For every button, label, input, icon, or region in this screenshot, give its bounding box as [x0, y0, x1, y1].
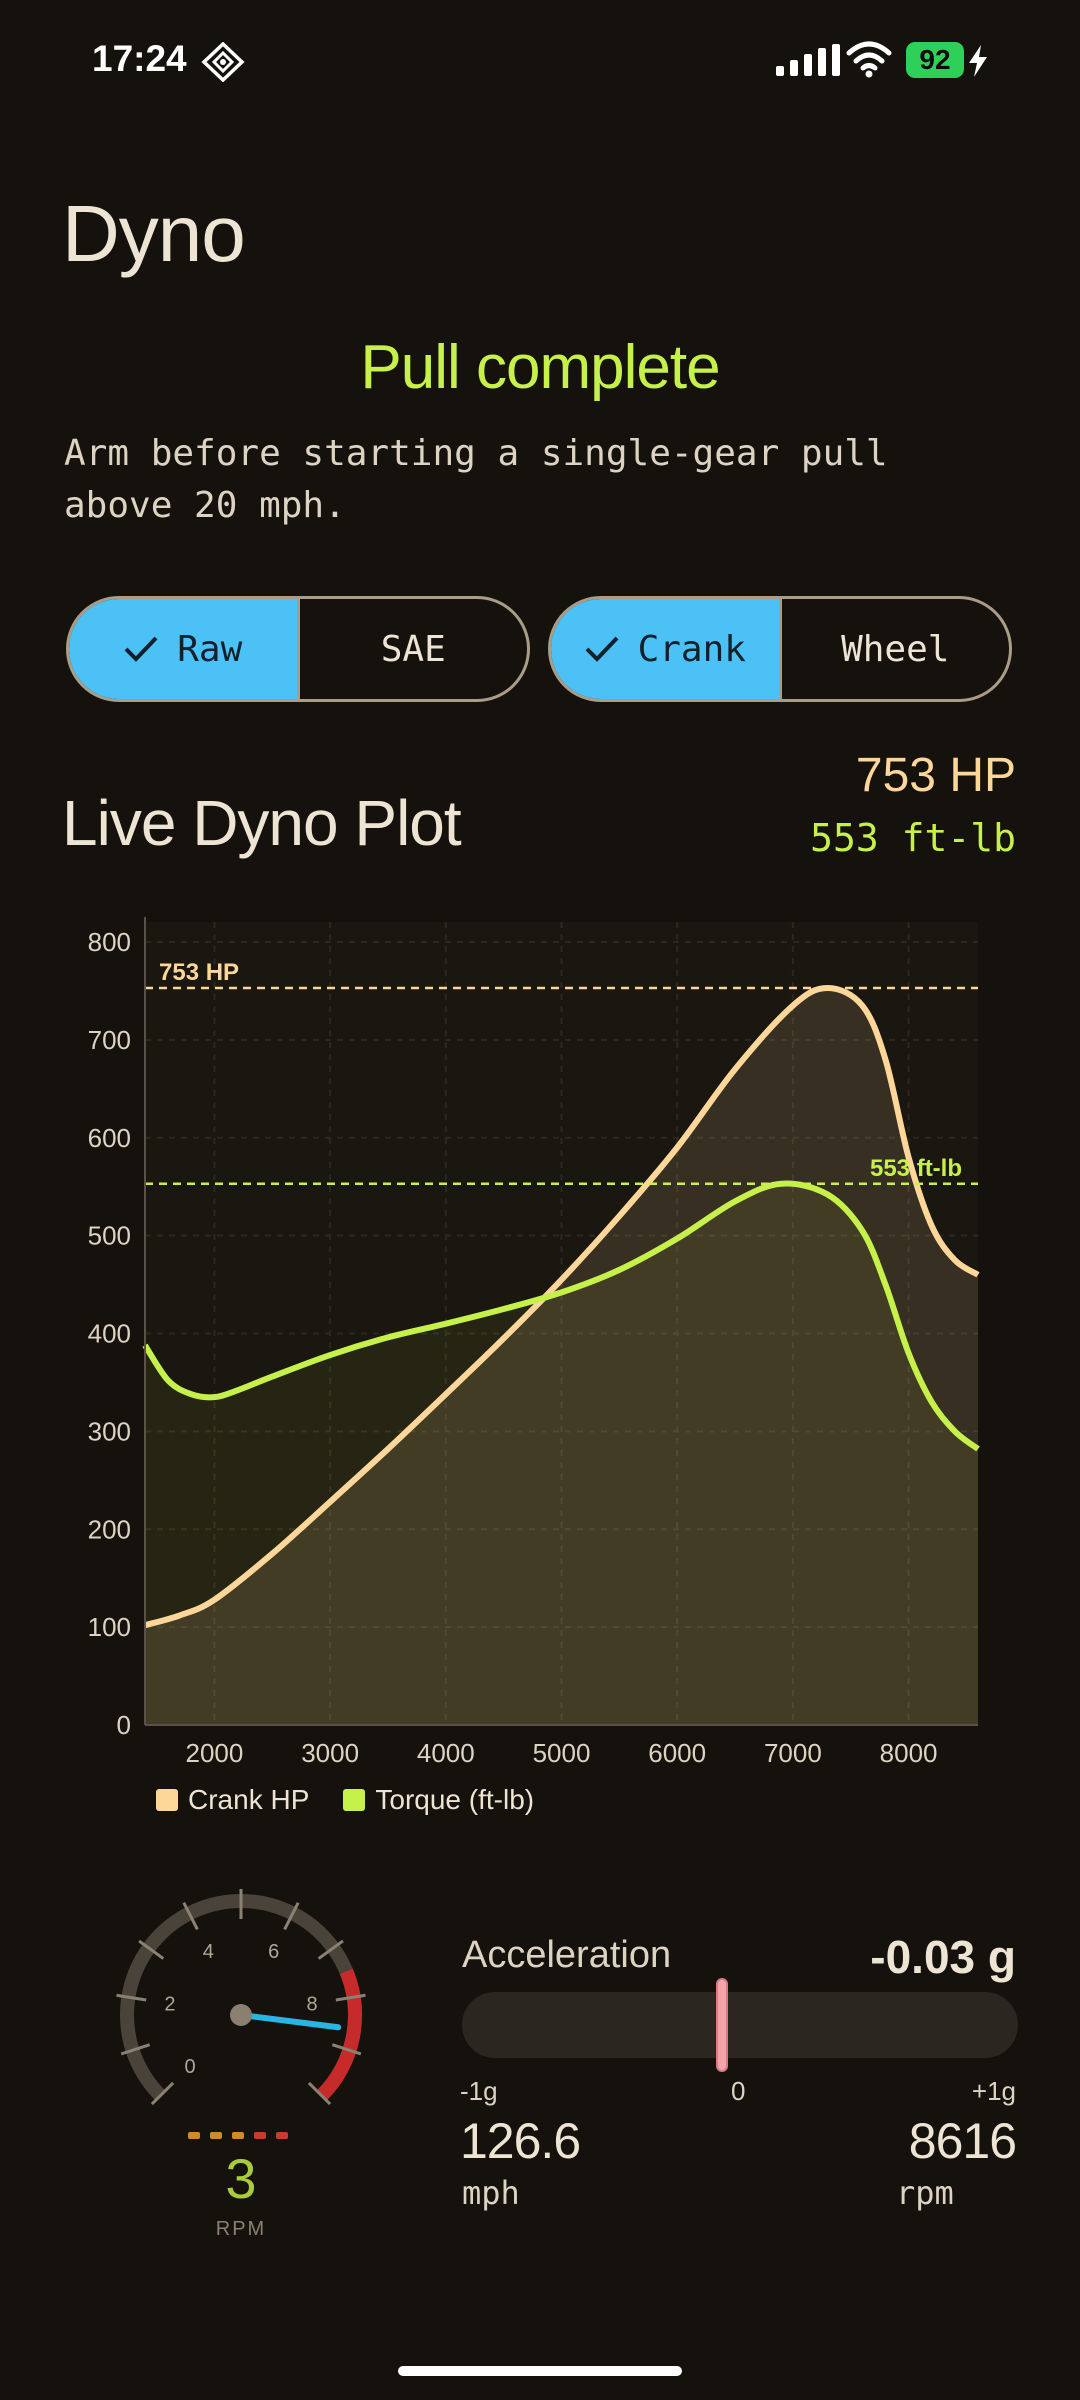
gauge-tick-label: 8: [307, 1994, 318, 2016]
gauge-caption: RPM: [215, 2218, 267, 2240]
status-time: 17:24: [92, 38, 187, 79]
rpm-unit: rpm: [896, 2174, 954, 2212]
crank-option[interactable]: Crank: [551, 599, 782, 699]
shift-light: [276, 2132, 288, 2139]
cellular-signal-icon: [776, 44, 840, 76]
acceleration-label: Acceleration: [462, 1934, 672, 1976]
legend-torque-label: Torque (ft-lb): [375, 1784, 535, 1815]
dyno-chart: 753 HP 553 ft-lb 0 100 200 300 400 500 600 700 800…: [88, 917, 980, 1768]
x-tick-label: 3000: [301, 1738, 359, 1768]
y-tick-label: 700: [88, 1025, 131, 1055]
shift-light: [188, 2132, 200, 2139]
rpm-gauge: 0 2 4 6 8: [116, 1889, 366, 2106]
acceleration-value: -0.03 g: [870, 1931, 1016, 1983]
peak-torque: 553 ft-lb: [810, 816, 1016, 860]
acceleration-track: [462, 1992, 1018, 2058]
y-tick-label: 500: [88, 1221, 131, 1251]
correction-toggle: Raw SAE: [66, 596, 530, 702]
gauge-tick-label: 2: [164, 1994, 175, 2016]
pull-status: Pull complete: [360, 333, 720, 402]
check-icon: [124, 636, 158, 662]
x-tick-label: 7000: [764, 1738, 822, 1768]
gauge-needle: [238, 2012, 342, 2031]
nfc-icon: [200, 41, 246, 87]
check-icon: [585, 636, 619, 662]
acceleration-zero-label: 0: [731, 2076, 746, 2106]
legend-torque-swatch: [343, 1789, 366, 1811]
charging-bolt-icon: [966, 44, 990, 83]
gauge-tick-label: 0: [185, 2056, 196, 2078]
raw-option[interactable]: Raw: [69, 599, 300, 699]
y-tick-label: 800: [88, 927, 131, 957]
x-tick-label: 4000: [417, 1738, 475, 1768]
gauge-redline: [316, 1968, 362, 2101]
measurement-toggle: Crank Wheel: [548, 596, 1012, 702]
sae-option[interactable]: SAE: [300, 599, 528, 699]
sae-option-label: SAE: [380, 628, 446, 670]
legend-hp-label: Crank HP: [188, 1784, 310, 1815]
reference-line-label: 753 HP: [159, 959, 239, 986]
gauge-tick-label: 6: [268, 1941, 279, 1963]
x-tick-label: 2000: [185, 1738, 243, 1768]
y-tick-label: 400: [88, 1319, 131, 1349]
x-tick-label: 6000: [648, 1738, 706, 1768]
wheel-option[interactable]: Wheel: [782, 599, 1010, 699]
shift-light: [232, 2132, 244, 2139]
home-indicator[interactable]: [398, 2366, 682, 2376]
gear-indicator: 3: [225, 2147, 257, 2210]
y-tick-label: 600: [88, 1123, 131, 1153]
legend-hp-swatch: [156, 1789, 178, 1811]
reference-line-label: 553 ft-lb: [870, 1155, 962, 1182]
battery-indicator: 92: [906, 42, 964, 78]
acceleration-min-label: -1g: [460, 2076, 498, 2106]
y-tick-label: 200: [88, 1514, 131, 1544]
page-title: Dyno: [62, 189, 246, 278]
shift-lights: [188, 2132, 288, 2139]
x-tick-label: 5000: [533, 1738, 591, 1768]
crank-option-label: Crank: [637, 628, 746, 670]
y-tick-label: 300: [88, 1416, 131, 1446]
acceleration-max-label: +1g: [971, 2076, 1016, 2106]
gauge-tick-label: 4: [203, 1941, 214, 1963]
gauge-arc: [120, 1894, 362, 2101]
plot-title: Live Dyno Plot: [62, 787, 462, 859]
y-tick-label: 0: [117, 1710, 131, 1740]
wheel-option-label: Wheel: [841, 628, 950, 670]
wifi-icon: [846, 40, 892, 83]
gauge-hub: [230, 2004, 252, 2026]
peak-hp: 753 HP: [855, 749, 1016, 802]
shift-light: [254, 2132, 266, 2139]
battery-level: 92: [919, 44, 951, 75]
rpm-value: 8616: [908, 2113, 1017, 2169]
speed-unit: mph: [462, 2174, 520, 2212]
speed-value: 126.6: [460, 2113, 581, 2169]
shift-light: [210, 2132, 222, 2139]
y-tick-label: 100: [88, 1612, 131, 1642]
instruction-text: Arm before starting a single-gear pull a…: [64, 433, 888, 526]
chart-legend: Crank HP Torque (ft-lb): [156, 1784, 534, 1816]
x-tick-label: 8000: [880, 1738, 938, 1768]
acceleration-marker: [715, 1978, 728, 2072]
raw-option-label: Raw: [177, 628, 243, 670]
